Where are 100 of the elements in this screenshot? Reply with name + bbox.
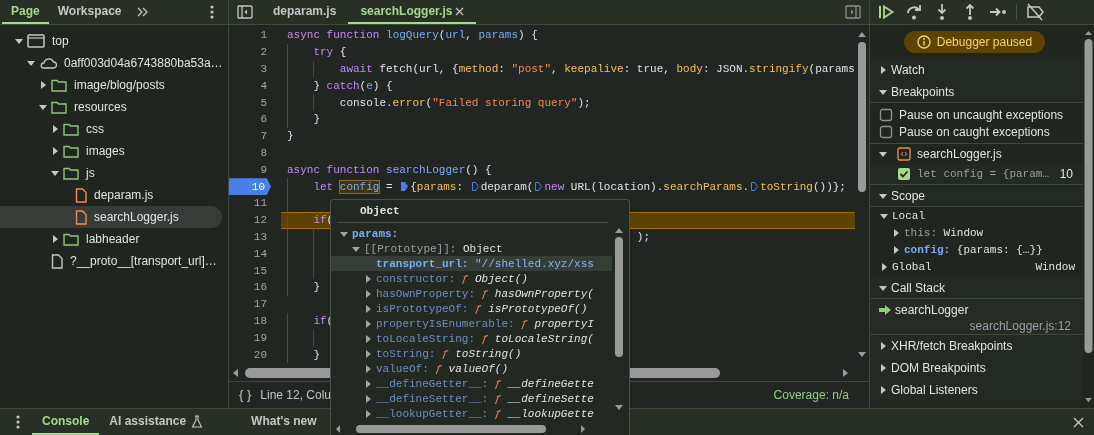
call-frame[interactable]: searchLogger searchLogger.js:12 <box>870 299 1083 335</box>
expand-arrow-icon[interactable] <box>364 379 372 388</box>
section-header[interactable]: Breakpoints <box>870 81 1083 103</box>
line-number[interactable]: 14 <box>229 245 281 263</box>
section-header[interactable]: Call Stack <box>870 277 1083 299</box>
more-menu-icon[interactable] <box>16 415 20 429</box>
expand-arrow-icon[interactable] <box>879 364 887 372</box>
step-over-icon[interactable] <box>904 2 924 22</box>
expand-arrow-icon[interactable] <box>892 228 900 237</box>
expand-arrow-icon[interactable] <box>340 229 348 238</box>
tree-row[interactable]: labheader <box>0 228 222 250</box>
panel-tab[interactable]: Page <box>2 0 49 24</box>
line-number[interactable]: 18 <box>229 312 281 330</box>
more-menu-icon[interactable] <box>210 5 214 19</box>
expand-arrow-icon[interactable] <box>39 81 47 89</box>
section-header[interactable]: Global Listeners <box>870 379 1083 401</box>
drawer-tab[interactable]: What's new <box>241 409 327 435</box>
expand-arrow-icon[interactable] <box>15 37 23 45</box>
checkbox[interactable] <box>879 124 893 139</box>
line-number[interactable]: 17 <box>229 295 281 313</box>
property-row[interactable]: __lookupGetter__: ƒ __lookupGette <box>331 406 612 421</box>
tree-row[interactable]: css <box>0 118 222 140</box>
inline-breakpoint-icon[interactable] <box>534 181 544 193</box>
inline-breakpoint-icon[interactable] <box>470 181 480 193</box>
tree-row[interactable]: deparam.js <box>0 184 222 206</box>
drawer-tab[interactable]: Console <box>32 409 100 435</box>
close-icon[interactable] <box>455 6 465 16</box>
expand-arrow-icon[interactable] <box>364 304 372 313</box>
expand-arrow-icon[interactable] <box>879 150 887 158</box>
line-number[interactable]: 10 <box>229 178 271 195</box>
drawer-tab[interactable]: AI assistance <box>99 409 214 435</box>
line-number[interactable]: 1 <box>229 27 281 44</box>
expand-arrow-icon[interactable] <box>364 364 372 373</box>
tree-row[interactable]: images <box>0 140 222 162</box>
line-number[interactable]: 15 <box>229 262 281 279</box>
file-tab[interactable]: deparam.js <box>261 0 349 24</box>
line-number[interactable]: 3 <box>229 60 281 78</box>
section-header[interactable]: Watch <box>870 59 1083 81</box>
expand-arrow-icon[interactable] <box>879 87 887 96</box>
line-number[interactable]: 6 <box>229 111 281 128</box>
expand-arrow-icon[interactable] <box>892 245 900 254</box>
property-row[interactable]: params: <box>331 226 612 241</box>
expand-arrow-icon[interactable] <box>879 386 887 394</box>
resume-icon[interactable] <box>876 2 896 22</box>
property-row[interactable]: transport_url: "//shelled.xyz/xss <box>331 256 612 271</box>
line-number[interactable]: 19 <box>229 329 281 347</box>
property-row[interactable]: __defineGetter__: ƒ __defineGette <box>331 376 612 391</box>
tree-row[interactable]: js <box>0 162 222 184</box>
expand-arrow-icon[interactable] <box>51 147 59 155</box>
pretty-print-button[interactable]: { } <box>239 387 252 402</box>
tree-row[interactable]: resources <box>0 96 222 118</box>
expand-arrow-icon[interactable] <box>879 66 887 74</box>
breakpoint-row[interactable]: let config = {param… 10 <box>870 164 1083 185</box>
expand-arrow-icon[interactable] <box>880 211 888 220</box>
tree-row[interactable]: searchLogger.js <box>0 206 222 228</box>
expand-arrow-icon[interactable] <box>51 125 59 133</box>
expand-arrow-icon[interactable] <box>364 334 372 343</box>
expand-arrow-icon[interactable] <box>879 191 887 200</box>
tree-row[interactable]: top <box>0 30 222 52</box>
line-number[interactable]: 4 <box>229 77 281 95</box>
inline-breakpoint-icon[interactable] <box>750 181 760 193</box>
toggle-navigator-icon[interactable] <box>237 5 253 19</box>
line-number[interactable]: 5 <box>229 94 281 111</box>
line-number[interactable]: 20 <box>229 346 281 363</box>
property-row[interactable]: toString: ƒ toString() <box>331 346 612 361</box>
inline-breakpoint-icon[interactable] <box>400 181 410 193</box>
expand-arrow-icon[interactable] <box>352 244 360 253</box>
property-row[interactable]: isPrototypeOf: ƒ isPrototypeOf() <box>331 301 612 316</box>
line-number[interactable]: 12 <box>229 211 281 229</box>
property-row[interactable]: valueOf: ƒ valueOf() <box>331 361 612 376</box>
file-tab[interactable]: searchLogger.js <box>348 0 477 24</box>
expand-arrow-icon[interactable] <box>879 342 887 350</box>
line-number[interactable]: 7 <box>229 127 281 145</box>
section-header[interactable]: DOM Breakpoints <box>870 357 1083 379</box>
section-header[interactable]: Scope <box>870 185 1083 207</box>
tree-row[interactable]: image/blog/posts <box>0 74 222 96</box>
close-icon[interactable] <box>1073 416 1084 428</box>
expand-arrow-icon[interactable] <box>39 103 47 111</box>
expand-arrow-icon[interactable] <box>879 283 887 292</box>
expand-arrow-icon[interactable] <box>364 274 372 283</box>
line-number[interactable]: 16 <box>229 278 281 296</box>
property-row[interactable]: __defineSetter__: ƒ __defineSette <box>331 391 612 406</box>
section-header[interactable]: XHR/fetch Breakpoints <box>870 335 1083 357</box>
property-row[interactable]: constructor: ƒ Object() <box>331 271 612 286</box>
expand-arrow-icon[interactable] <box>364 349 372 358</box>
expand-arrow-icon[interactable] <box>364 319 372 328</box>
expand-arrow-icon[interactable] <box>27 59 35 67</box>
toggle-debugger-icon[interactable] <box>845 5 861 19</box>
property-row[interactable]: toLocaleString: ƒ toLocaleString( <box>331 331 612 346</box>
line-number[interactable]: 9 <box>229 161 281 179</box>
expand-arrow-icon[interactable] <box>51 169 59 177</box>
expand-arrow-icon[interactable] <box>51 235 59 243</box>
expand-arrow-icon[interactable] <box>364 289 372 298</box>
line-number[interactable]: 13 <box>229 228 281 246</box>
line-number[interactable]: 2 <box>229 43 281 61</box>
line-number[interactable]: 8 <box>229 144 281 162</box>
more-tabs-icon[interactable] <box>136 7 149 17</box>
line-number[interactable]: 11 <box>229 194 281 212</box>
property-row[interactable]: hasOwnProperty: ƒ hasOwnProperty( <box>331 286 612 301</box>
property-row[interactable]: [[Prototype]]: Object <box>331 241 612 256</box>
